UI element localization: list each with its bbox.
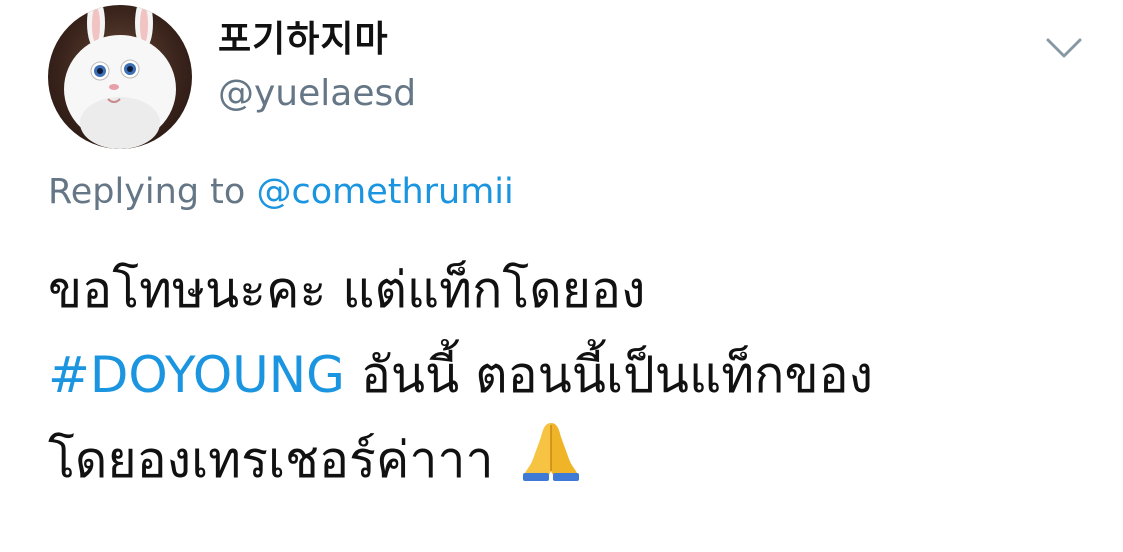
replying-to: Replying to @comethrumii	[48, 170, 514, 214]
tweet-line-3: โดยองเทรเชอร์ค่าาา	[48, 418, 1088, 503]
user-avatar[interactable]	[48, 5, 192, 149]
tweet-line-2: #DOYOUNG อันนี้ ตอนนี้เป็นแท็กของ	[48, 333, 1088, 418]
hashtag-link[interactable]: #DOYOUNG	[48, 346, 345, 404]
replying-to-label: Replying to	[48, 172, 257, 212]
tweet-line-3-text: โดยองเทรเชอร์ค่าาา	[48, 431, 510, 489]
tweet-card: 포기하지마 @yuelaesd Replying to @comethrumii…	[0, 0, 1123, 552]
chevron-down-icon[interactable]	[1044, 32, 1084, 64]
reply-mention-link[interactable]: @comethrumii	[256, 172, 513, 212]
tweet-line-1: ขอโทษนะคะ แต่แท็กโดยอง	[48, 261, 646, 319]
tweet-line-2-text: อันนี้ ตอนนี้เป็นแท็กของ	[344, 346, 874, 404]
white-bunny-avatar-icon	[64, 5, 176, 149]
tweet-text: ขอโทษนะคะ แต่แท็กโดยอง #DOYOUNG อันนี้ ต…	[48, 248, 1088, 503]
display-name[interactable]: 포기하지마	[218, 18, 389, 62]
user-handle[interactable]: @yuelaesd	[218, 72, 416, 116]
folded-hands-emoji-icon	[519, 419, 583, 483]
